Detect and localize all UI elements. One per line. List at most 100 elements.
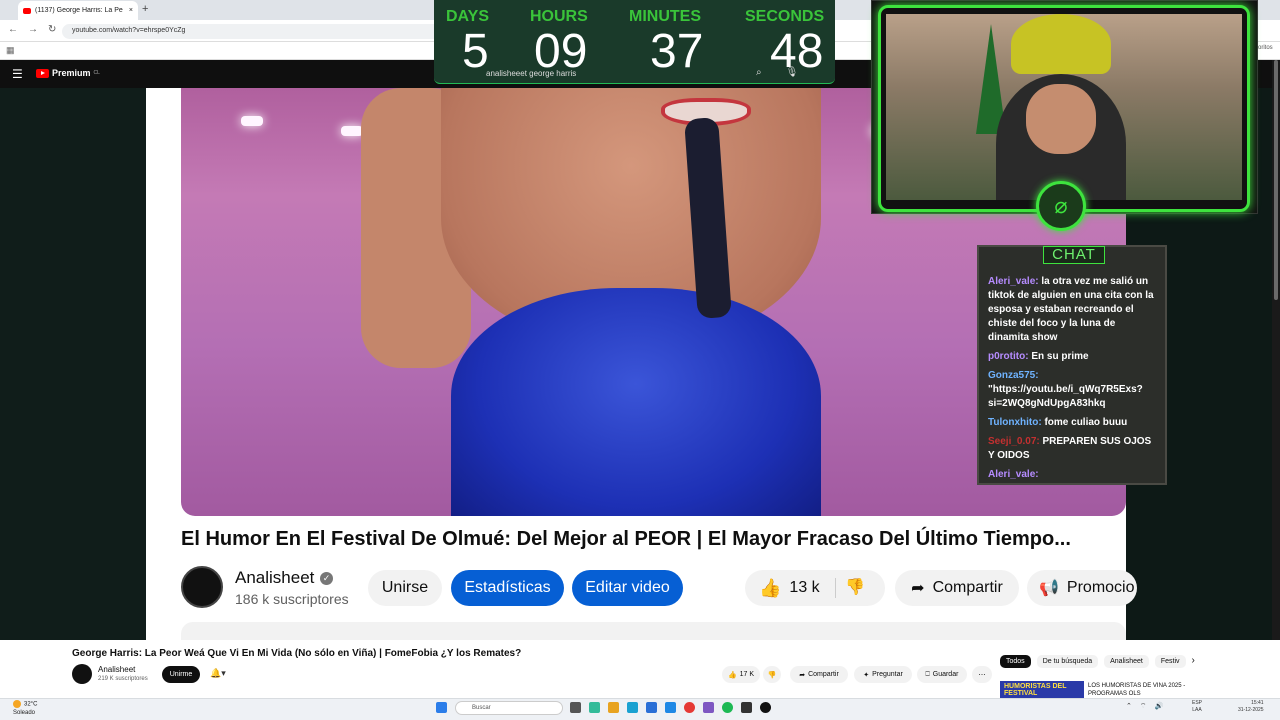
mini-dislike-button[interactable]: 👎 — [763, 666, 781, 683]
mini-share-button[interactable]: ➦ Compartir — [790, 666, 848, 683]
lang-primary: ESP — [1192, 700, 1203, 706]
search-query-text[interactable]: analisheeet george harris — [486, 69, 576, 78]
promote-button[interactable]: 📢 Promocio — [1027, 570, 1137, 606]
nav-controls: ← → ↻ — [8, 24, 56, 35]
chevron-right-icon[interactable]: › — [1192, 655, 1195, 668]
edge-icon[interactable] — [627, 702, 638, 713]
apps-grid-icon[interactable]: ▦ — [6, 45, 15, 56]
thumb-down-icon: 👎 — [767, 671, 777, 679]
subscriber-count: 186 k suscriptores — [235, 591, 349, 607]
region-code: CL — [93, 70, 100, 76]
chip-from-search[interactable]: De tu búsqueda — [1036, 655, 1099, 668]
chip-channel[interactable]: Analisheet — [1104, 655, 1149, 668]
blue-dress — [451, 288, 821, 516]
logo-text: Premium — [52, 68, 91, 78]
recommended-thumbnail[interactable]: HUMORISTAS DEL FESTIVAL — [1000, 681, 1084, 698]
new-tab-button[interactable]: + — [142, 3, 148, 15]
share-button[interactable]: ➦ Compartir — [895, 570, 1019, 606]
chat-user: Tulonxhito: — [988, 417, 1042, 428]
chat-user: Aleri_vale: — [988, 469, 1039, 480]
verified-icon: ✓ — [320, 572, 333, 585]
mini-subscriber-count: 219 K suscriptores — [98, 676, 148, 682]
channel-name[interactable]: Analisheet — [235, 568, 314, 588]
chevron-up-icon[interactable]: ⌃ — [1126, 702, 1132, 711]
chat-text: "https://youtu.be/i_qWq7R5Exs?si=2WQ8gNd… — [988, 384, 1143, 409]
terminal-icon[interactable] — [741, 702, 752, 713]
video-title: El Humor En El Festival De Olmué: Del Me… — [181, 528, 1071, 550]
taskbar-search[interactable]: Buscar — [455, 701, 563, 715]
folder-icon[interactable] — [608, 702, 619, 713]
save-button[interactable]: ⎕ Guardar — [917, 666, 967, 683]
like-divider — [835, 578, 836, 598]
chat-title: CHAT — [1043, 246, 1105, 264]
chip-all[interactable]: Todos — [1000, 655, 1031, 668]
mail-icon[interactable] — [665, 702, 676, 713]
chat-user: Aleri_vale: — [988, 276, 1039, 287]
channel-avatar[interactable] — [181, 566, 223, 608]
sparkle-icon: ✦ — [863, 671, 870, 679]
weather-widget[interactable]: 32°C Soleado — [13, 700, 37, 717]
chat-text: fome culiao buuu — [1041, 417, 1128, 428]
microphone-icon[interactable]: 🎙 — [786, 67, 799, 78]
pickle-logo-icon: ⌀ — [1036, 181, 1086, 231]
forward-icon[interactable]: → — [28, 24, 38, 35]
store-icon[interactable] — [589, 702, 600, 713]
thumb-down-icon[interactable]: 👎 — [845, 577, 865, 597]
mini-share-label: Compartir — [808, 671, 839, 678]
spotify-icon[interactable] — [722, 702, 733, 713]
search-icon[interactable]: ⌕ — [756, 67, 762, 78]
discord-icon[interactable] — [703, 702, 714, 713]
more-actions-button[interactable]: ⋯ — [972, 666, 992, 683]
scrollbar-thumb[interactable] — [1274, 60, 1278, 300]
filter-chips: Todos De tu búsqueda Analisheet Festiv › — [1000, 655, 1195, 668]
language-indicator[interactable]: ESP LAA — [1192, 700, 1202, 714]
description-box[interactable] — [181, 622, 1126, 640]
youtube-logo[interactable]: Premium CL — [36, 68, 100, 78]
chat-message: Seeji_0.07: PREPAREN SUS OJOS Y OIDOS — [988, 435, 1158, 463]
close-tab-icon[interactable]: × — [129, 7, 133, 14]
obs-icon[interactable] — [760, 702, 771, 713]
tab-title: (1137) George Harris: La Pe — [35, 7, 123, 14]
menu-icon[interactable]: ☰ — [12, 67, 23, 81]
stage-light — [341, 126, 363, 136]
clock[interactable]: 15:41 31-12-2025 — [1238, 700, 1264, 714]
days-value: 5 — [462, 25, 489, 78]
wifi-icon[interactable]: ⌔ — [1140, 702, 1147, 711]
chat-message: Gonza575: "https://youtu.be/i_qWq7R5Exs?… — [988, 369, 1158, 411]
reload-icon[interactable]: ↻ — [48, 24, 56, 35]
chat-message: p0rotito: En su prime — [988, 350, 1158, 364]
mini-channel-avatar[interactable] — [72, 664, 92, 684]
pinned-apps — [570, 702, 771, 713]
mini-video-title: George Harris: La Peor Weá Que Vi En Mi … — [72, 648, 522, 659]
analytics-button[interactable]: Estadísticas — [451, 570, 564, 606]
volume-icon[interactable]: 🔊 — [1154, 702, 1163, 711]
chat-message: Aleri_vale: la otra vez me salió un tikt… — [988, 275, 1158, 345]
mini-like-button[interactable]: 👍 17 K — [722, 666, 760, 683]
taskbar-apps — [436, 702, 447, 713]
chat-text: En su prime — [1028, 351, 1089, 362]
stage-light — [241, 116, 263, 126]
like-count: 13 k — [789, 579, 820, 596]
chat-user: p0rotito: — [988, 351, 1029, 362]
bell-icon[interactable]: 🔔▾ — [210, 668, 226, 679]
page-scrollbar[interactable] — [1272, 60, 1280, 640]
mini-join-button[interactable]: Unirme — [162, 666, 200, 683]
recommended-title[interactable]: LOS HUMORISTAS DE VIÑA 2025 - PROGRAMAS … — [1088, 682, 1188, 698]
ask-button[interactable]: ✦ Preguntar — [854, 666, 912, 683]
file-explorer-icon[interactable] — [570, 702, 581, 713]
chat-message: Tulonxhito: fome culiao buuu — [988, 416, 1158, 430]
chat-message: Aleri_vale: — [988, 468, 1158, 481]
start-icon[interactable] — [436, 702, 447, 713]
chip-festival[interactable]: Festiv — [1154, 655, 1186, 668]
lang-layout: LAA — [1192, 707, 1202, 713]
url-field[interactable]: youtube.com/watch?v=ehrspe0YcZg — [62, 24, 442, 39]
app-icon[interactable] — [646, 702, 657, 713]
like-button[interactable]: 👍 13 k 👎 — [745, 570, 885, 606]
join-button[interactable]: Unirse — [368, 570, 442, 606]
share-icon: ➦ — [911, 580, 925, 597]
edit-video-button[interactable]: Editar video — [572, 570, 683, 606]
browser-tab[interactable]: (1137) George Harris: La Pe × — [18, 1, 138, 20]
chrome-icon[interactable] — [684, 702, 695, 713]
back-icon[interactable]: ← — [8, 24, 18, 35]
mini-channel-name[interactable]: Analisheet — [98, 665, 135, 674]
